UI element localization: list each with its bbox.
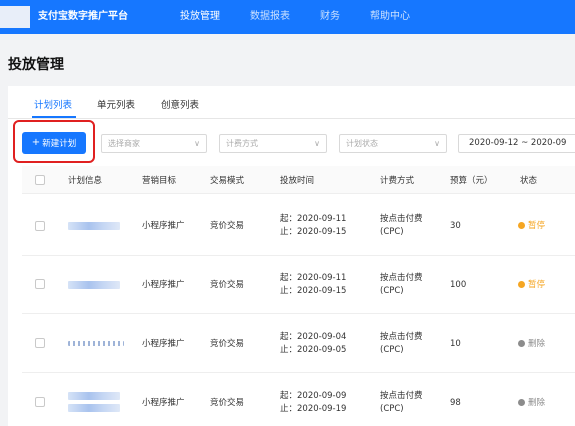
row-budget: 100 xyxy=(450,280,467,290)
chevron-down-icon: ∨ xyxy=(194,139,200,148)
nav-item-ad-management[interactable]: 投放管理 xyxy=(180,0,220,34)
row-billing-type: (CPC) xyxy=(380,345,404,355)
plan-status-select[interactable]: 计划状态 ∨ xyxy=(339,134,447,153)
tab-divider xyxy=(8,118,575,119)
row-end-date: 止：2020-09-19 xyxy=(280,404,347,414)
column-header-status: 状态 xyxy=(520,176,538,186)
status-label: 删除 xyxy=(528,398,546,408)
row-checkbox[interactable] xyxy=(35,397,45,407)
row-billing-type: (CPC) xyxy=(380,227,404,237)
row-start-date: 起：2020-09-09 xyxy=(280,391,347,401)
status-badge[interactable]: 删除 xyxy=(518,396,545,408)
column-header-plan-info: 计划信息 xyxy=(68,176,103,186)
row-billing-type: (CPC) xyxy=(380,286,404,296)
status-label: 暂停 xyxy=(528,280,546,290)
tab-creative-list[interactable]: 创意列表 xyxy=(161,97,199,111)
row-budget: 10 xyxy=(450,339,461,349)
row-goal: 小程序推广 xyxy=(142,280,185,290)
delete-icon xyxy=(518,398,525,406)
redacted-plan-name[interactable] xyxy=(68,281,120,289)
row-billing-type: (CPC) xyxy=(380,404,404,414)
delete-icon xyxy=(518,339,525,347)
redacted-plan-id xyxy=(68,404,120,412)
row-goal: 小程序推广 xyxy=(142,398,185,408)
nav-item-reports[interactable]: 数据报表 xyxy=(250,0,290,34)
row-divider xyxy=(22,372,575,373)
row-budget: 98 xyxy=(450,398,461,408)
redacted-plan-name[interactable] xyxy=(68,341,124,346)
active-tab-indicator xyxy=(32,116,76,118)
page-title: 投放管理 xyxy=(8,57,64,73)
merchant-select-placeholder: 选择商家 xyxy=(108,139,140,148)
brand-name: 支付宝数字推广平台 xyxy=(38,11,128,22)
row-budget: 30 xyxy=(450,221,461,231)
row-mode: 竞价交易 xyxy=(210,339,245,349)
row-mode: 竞价交易 xyxy=(210,280,245,290)
column-header-budget: 预算（元） xyxy=(450,176,493,186)
top-navigation-bar: 支付宝数字推广平台 投放管理 数据报表 财务 帮助中心 xyxy=(0,0,575,34)
row-goal: 小程序推广 xyxy=(142,221,185,231)
row-end-date: 止：2020-09-15 xyxy=(280,227,347,237)
status-badge[interactable]: 删除 xyxy=(518,337,545,349)
chevron-down-icon: ∨ xyxy=(314,139,320,148)
merchant-select[interactable]: 选择商家 ∨ xyxy=(101,134,207,153)
row-goal: 小程序推广 xyxy=(142,339,185,349)
row-mode: 竞价交易 xyxy=(210,221,245,231)
nav-item-help-center[interactable]: 帮助中心 xyxy=(370,0,410,34)
column-header-trade-mode: 交易模式 xyxy=(210,176,245,186)
pause-icon xyxy=(518,280,525,288)
status-label: 删除 xyxy=(528,339,546,349)
row-billing: 按点击付费 xyxy=(380,391,423,401)
row-start-date: 起：2020-09-11 xyxy=(280,273,347,283)
column-header-schedule: 投放时间 xyxy=(280,176,315,186)
nav-item-finance[interactable]: 财务 xyxy=(320,0,340,34)
status-badge[interactable]: 暂停 xyxy=(518,278,545,290)
row-billing: 按点击付费 xyxy=(380,273,423,283)
row-checkbox[interactable] xyxy=(35,338,45,348)
row-divider xyxy=(22,313,575,314)
billing-method-select[interactable]: 计费方式 ∨ xyxy=(219,134,327,153)
row-billing: 按点击付费 xyxy=(380,214,423,224)
status-badge[interactable]: 暂停 xyxy=(518,219,545,231)
select-all-checkbox[interactable] xyxy=(35,175,45,185)
plan-status-placeholder: 计划状态 xyxy=(346,139,378,148)
status-label: 暂停 xyxy=(528,221,546,231)
tab-plan-list[interactable]: 计划列表 xyxy=(34,97,72,111)
row-mode: 竞价交易 xyxy=(210,398,245,408)
pause-icon xyxy=(518,221,525,229)
redacted-plan-name[interactable] xyxy=(68,222,120,230)
row-end-date: 止：2020-09-15 xyxy=(280,286,347,296)
row-start-date: 起：2020-09-11 xyxy=(280,214,347,224)
logo-icon xyxy=(0,6,30,28)
row-checkbox[interactable] xyxy=(35,279,45,289)
row-billing: 按点击付费 xyxy=(380,332,423,342)
row-checkbox[interactable] xyxy=(35,221,45,231)
billing-method-placeholder: 计费方式 xyxy=(226,139,258,148)
highlight-annotation-box xyxy=(13,120,95,163)
redacted-plan-name[interactable] xyxy=(68,392,120,400)
chevron-down-icon: ∨ xyxy=(434,139,440,148)
tab-unit-list[interactable]: 单元列表 xyxy=(97,97,135,111)
row-divider xyxy=(22,255,575,256)
row-end-date: 止：2020-09-05 xyxy=(280,345,347,355)
row-start-date: 起：2020-09-04 xyxy=(280,332,347,342)
date-range-picker[interactable]: 2020-09-12 ~ 2020-09 xyxy=(458,134,575,153)
column-header-billing: 计费方式 xyxy=(380,176,415,186)
column-header-marketing-goal: 营销目标 xyxy=(142,176,177,186)
